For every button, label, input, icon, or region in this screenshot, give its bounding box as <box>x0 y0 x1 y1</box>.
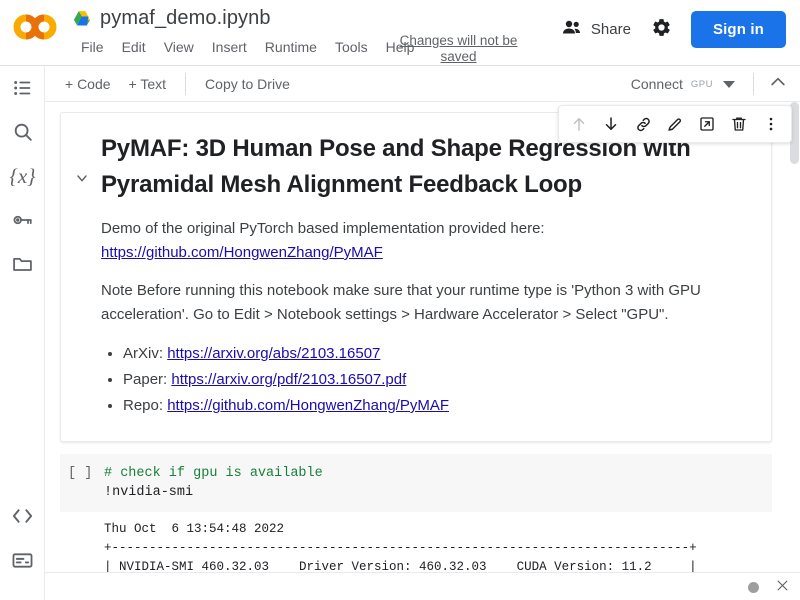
people-icon <box>562 19 582 40</box>
markdown-cell[interactable]: PyMAF: 3D Human Pose and Shape Regressio… <box>60 112 772 442</box>
bottom-status-bar <box>45 572 800 600</box>
repo-label: Repo: <box>123 397 164 414</box>
chevron-up-icon <box>768 72 788 97</box>
chevron-down-icon <box>74 170 90 191</box>
sidebar-item-code-snippets[interactable] <box>0 494 45 538</box>
paper-label: Paper: <box>123 371 168 388</box>
close-icon[interactable] <box>775 578 790 597</box>
share-label: Share <box>590 21 631 38</box>
toolbar-divider <box>185 73 187 95</box>
delete-cell-icon[interactable] <box>723 108 755 140</box>
collapse-cell-button[interactable] <box>71 169 93 191</box>
sidebar-item-files[interactable] <box>0 242 45 286</box>
reference-list: ArXiv: https://arxiv.org/abs/2103.16507 … <box>101 341 743 419</box>
code-comment-text: # check if gpu is available <box>104 466 323 481</box>
gutter-spacer <box>60 483 104 502</box>
google-drive-icon <box>72 10 92 28</box>
share-button[interactable]: Share <box>552 13 641 46</box>
list-item: Paper: https://arxiv.org/pdf/2103.16507.… <box>123 367 743 393</box>
repo-link[interactable]: https://github.com/HongwenZhang/PyMAF <box>167 397 449 414</box>
connect-gpu-badge: GPU <box>690 78 713 90</box>
code-source-text: !nvidia-smi <box>104 485 194 500</box>
move-cell-up-icon[interactable] <box>563 108 595 140</box>
repo-link-inline[interactable]: https://github.com/HongwenZhang/PyMAF <box>101 244 383 261</box>
toolbar-right-group: Connect GPU <box>623 66 792 102</box>
arxiv-link[interactable]: https://arxiv.org/abs/2103.16507 <box>167 345 380 362</box>
menu-insert[interactable]: Insert <box>203 37 256 57</box>
list-item: Repo: https://github.com/HongwenZhang/Py… <box>123 393 743 419</box>
code-editor[interactable]: [ ] # check if gpu is available !nvidia-… <box>60 454 772 512</box>
run-cell-button[interactable]: [ ] <box>60 464 104 483</box>
status-dot-icon[interactable] <box>748 581 759 593</box>
toggle-header-button[interactable] <box>764 70 792 98</box>
connect-label: Connect <box>630 76 683 92</box>
sidebar-item-table-of-contents[interactable] <box>0 66 45 110</box>
sidebar-item-variables[interactable]: {x} <box>0 154 45 198</box>
colab-notebook-window: pymaf_demo.ipynb File Edit View Insert R… <box>0 0 800 600</box>
bottom-bar-actions <box>748 573 790 600</box>
menu-runtime[interactable]: Runtime <box>256 37 326 57</box>
file-title-row[interactable]: pymaf_demo.ipynb <box>72 7 271 30</box>
link-to-cell-icon[interactable] <box>627 108 659 140</box>
file-name: pymaf_demo.ipynb <box>100 7 271 29</box>
code-line-1: [ ] # check if gpu is available <box>60 464 772 483</box>
header-actions: Share Sign in <box>552 11 786 48</box>
list-item: ArXiv: https://arxiv.org/abs/2103.16507 <box>123 341 743 367</box>
gear-icon <box>651 17 672 43</box>
sign-in-button[interactable]: Sign in <box>690 11 786 48</box>
menu-file[interactable]: File <box>72 37 113 57</box>
paper-link[interactable]: https://arxiv.org/pdf/2103.16507.pdf <box>171 371 406 388</box>
notebook-scroll-area[interactable]: PyMAF: 3D Human Pose and Shape Regressio… <box>45 102 800 572</box>
arxiv-label: ArXiv: <box>123 345 164 362</box>
menu-tools[interactable]: Tools <box>326 37 377 57</box>
add-text-cell-button[interactable]: + Text <box>121 72 175 96</box>
intro-text: Demo of the original PyTorch based imple… <box>101 220 545 237</box>
left-sidebar: {x} <box>0 66 45 600</box>
edit-cell-icon[interactable] <box>659 108 691 140</box>
open-in-new-tab-icon[interactable] <box>691 108 723 140</box>
menu-edit[interactable]: Edit <box>113 37 155 57</box>
vertical-scrollbar[interactable] <box>789 102 800 572</box>
settings-button[interactable] <box>645 13 679 47</box>
notebook-toolbar: + Code + Text Copy to Drive Connect GPU <box>45 66 800 102</box>
sidebar-item-search[interactable] <box>0 110 45 154</box>
move-cell-down-icon[interactable] <box>595 108 627 140</box>
copy-to-drive-button[interactable]: Copy to Drive <box>197 72 298 96</box>
app-header: pymaf_demo.ipynb File Edit View Insert R… <box>0 0 800 66</box>
sidebar-item-secrets[interactable] <box>0 198 45 242</box>
add-code-cell-button[interactable]: + Code <box>57 72 119 96</box>
colab-logo[interactable] <box>10 12 62 42</box>
menu-bar: File Edit View Insert Runtime Tools Help <box>72 37 423 57</box>
connect-button[interactable]: Connect GPU <box>623 71 743 97</box>
code-cell[interactable]: [ ] # check if gpu is available !nvidia-… <box>60 454 772 572</box>
cell-action-toolbar <box>558 105 792 143</box>
sidebar-bottom-group <box>0 494 45 582</box>
more-options-icon[interactable] <box>755 108 787 140</box>
caret-down-icon[interactable] <box>723 80 735 88</box>
toolbar-divider-2 <box>753 73 754 95</box>
sidebar-item-terminal[interactable] <box>0 538 45 582</box>
intro-paragraph: Demo of the original PyTorch based imple… <box>101 217 743 265</box>
note-paragraph: Note Before running this notebook make s… <box>101 282 701 323</box>
toolbar-left-group: + Code + Text Copy to Drive <box>57 66 298 102</box>
changes-not-saved-note[interactable]: Changes will not be saved <box>396 33 521 65</box>
cell-output: Thu Oct 6 13:54:48 2022 +---------------… <box>60 512 772 572</box>
menu-view[interactable]: View <box>155 37 203 57</box>
code-line-2: !nvidia-smi <box>60 483 772 502</box>
